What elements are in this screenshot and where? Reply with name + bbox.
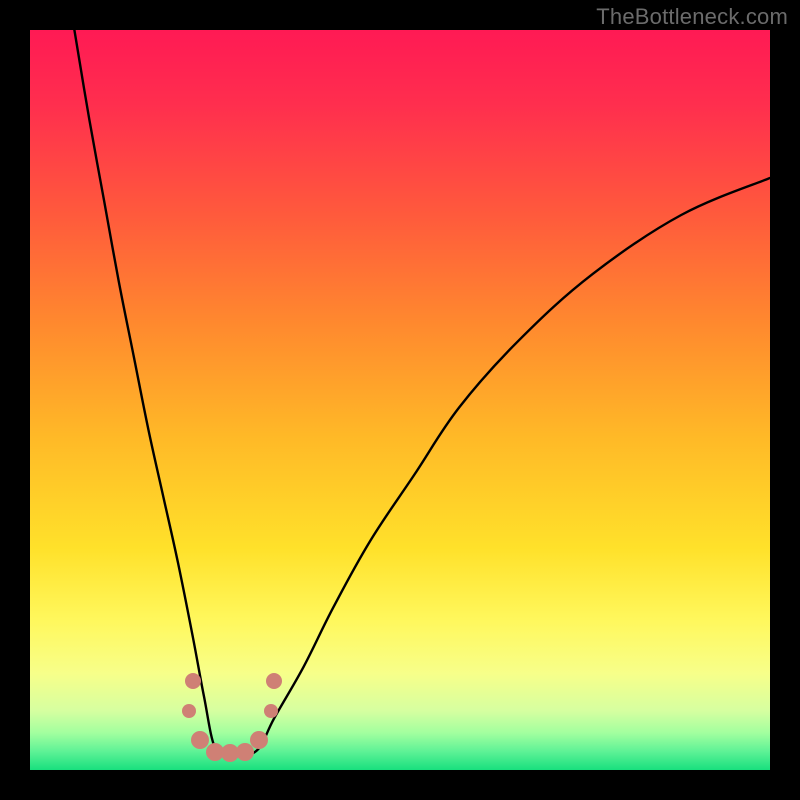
watermark-text: TheBottleneck.com: [596, 4, 788, 30]
data-marker: [250, 731, 268, 749]
data-marker: [266, 673, 282, 689]
data-marker: [182, 704, 196, 718]
plot-area: [30, 30, 770, 770]
data-marker: [185, 673, 201, 689]
chart-frame: TheBottleneck.com: [0, 0, 800, 800]
data-marker: [264, 704, 278, 718]
background-gradient: [30, 30, 770, 770]
